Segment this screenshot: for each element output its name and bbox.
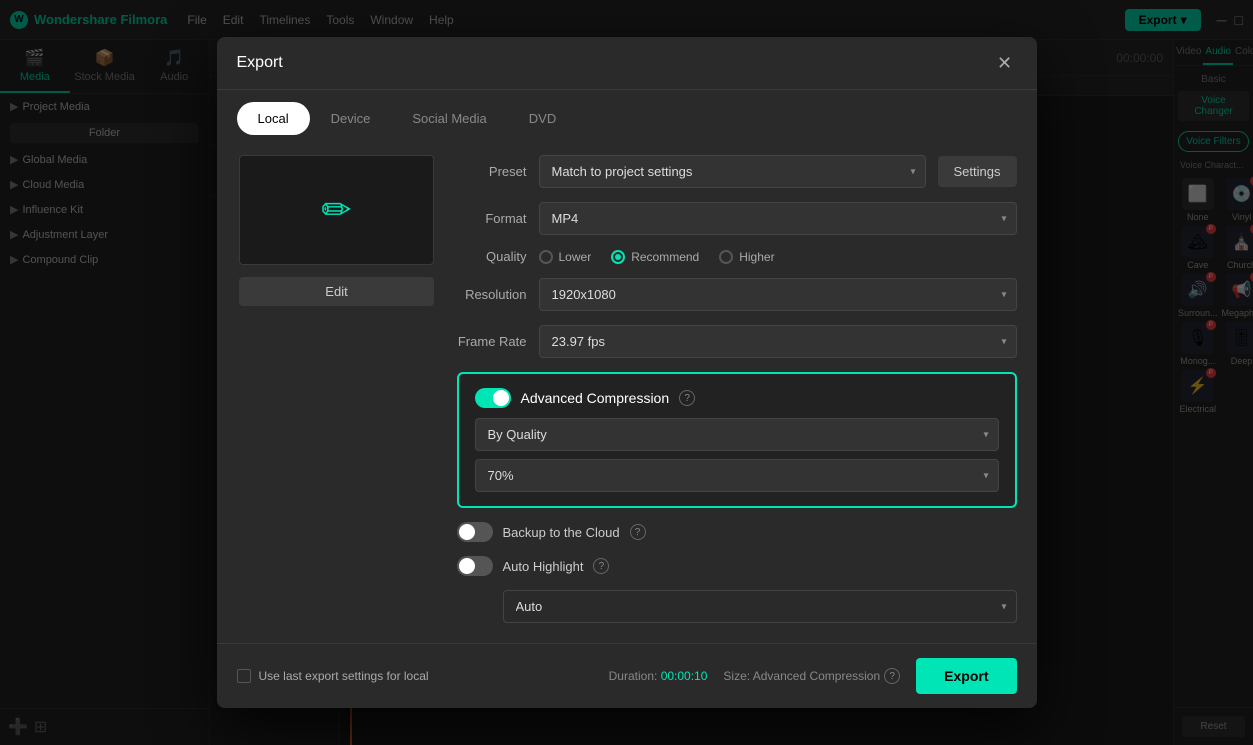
edit-button[interactable]: Edit <box>239 277 434 306</box>
dialog-footer: Use last export settings for local Durat… <box>217 643 1037 708</box>
resolution-select-wrapper: 1920x1080 ▾ <box>539 278 1017 311</box>
auto-highlight-sub-control: Auto ▾ <box>503 590 1017 623</box>
dialog-title: Export <box>237 54 283 72</box>
frame-rate-control: 23.97 fps ▾ <box>539 325 1017 358</box>
radio-recommend-inner <box>615 254 621 260</box>
radio-higher <box>719 250 733 264</box>
toggle-knob <box>493 390 509 406</box>
compression-title: Advanced Compression <box>521 390 670 406</box>
export-tab-local[interactable]: Local <box>237 102 310 135</box>
compression-method-select[interactable]: By Quality <box>475 418 999 451</box>
format-select-wrapper: MP4 ▾ <box>539 202 1017 235</box>
backup-help-icon[interactable]: ? <box>630 524 646 540</box>
quality-label: Quality <box>457 249 527 264</box>
auto-highlight-help-icon[interactable]: ? <box>593 558 609 574</box>
export-tab-social[interactable]: Social Media <box>391 102 507 135</box>
export-tab-dvd[interactable]: DVD <box>508 102 577 135</box>
resolution-label: Resolution <box>457 287 527 302</box>
dialog-body: ✏ Edit Preset Match to project settings … <box>217 135 1037 643</box>
export-tab-device[interactable]: Device <box>310 102 392 135</box>
settings-panel: Preset Match to project settings ▾ Setti… <box>457 155 1017 623</box>
auto-highlight-label: Auto Highlight <box>503 559 584 574</box>
quality-options: Lower Recommend Higher <box>539 250 775 264</box>
export-tabs: Local Device Social Media DVD <box>217 90 1037 135</box>
resolution-select[interactable]: 1920x1080 <box>539 278 1017 311</box>
auto-select[interactable]: Auto <box>503 590 1017 623</box>
preview-area: ✏ Edit <box>237 155 437 623</box>
auto-highlight-toggle[interactable] <box>457 556 493 576</box>
backup-cloud-toggle[interactable] <box>457 522 493 542</box>
radio-recommend <box>611 250 625 264</box>
backup-cloud-label: Backup to the Cloud <box>503 525 620 540</box>
preset-label: Preset <box>457 164 527 179</box>
quality-row: Quality Lower Recommend <box>457 249 1017 264</box>
modal-overlay: Export ✕ Local Device Social Media DVD ✏… <box>0 0 1253 745</box>
settings-button[interactable]: Settings <box>938 156 1017 187</box>
frame-rate-label: Frame Rate <box>457 334 527 349</box>
duration-info: Duration: 00:00:10 Size: Advanced Compre… <box>609 668 901 684</box>
duration-label: Duration: 00:00:10 <box>609 669 708 683</box>
format-control: MP4 ▾ <box>539 202 1017 235</box>
frame-rate-row: Frame Rate 23.97 fps ▾ <box>457 325 1017 358</box>
auto-highlight-sub-row: Auto ▾ <box>457 590 1017 623</box>
format-row: Format MP4 ▾ <box>457 202 1017 235</box>
dialog-title-bar: Export ✕ <box>217 37 1037 90</box>
quality-recommend-label: Recommend <box>631 250 699 264</box>
checkbox-input[interactable] <box>237 669 251 683</box>
compression-selects: By Quality ▾ 70% ▾ <box>475 418 999 492</box>
format-select[interactable]: MP4 <box>539 202 1017 235</box>
size-help-icon[interactable]: ? <box>884 668 900 684</box>
preset-row: Preset Match to project settings ▾ Setti… <box>457 155 1017 188</box>
preset-select-wrapper: Match to project settings ▾ <box>539 155 926 188</box>
export-final-button[interactable]: Export <box>916 658 1016 694</box>
auto-highlight-row: Auto Highlight ? <box>457 556 1017 576</box>
auto-select-wrapper: Auto ▾ <box>503 590 1017 623</box>
advanced-compression-box: Advanced Compression ? By Quality ▾ <box>457 372 1017 508</box>
frame-rate-select-wrapper: 23.97 fps ▾ <box>539 325 1017 358</box>
resolution-control: 1920x1080 ▾ <box>539 278 1017 311</box>
preview-play-icon: ✏ <box>321 189 351 231</box>
advanced-compression-toggle[interactable] <box>475 388 511 408</box>
format-label: Format <box>457 211 527 226</box>
duration-value: 00:00:10 <box>661 669 708 683</box>
preview-thumbnail: ✏ <box>239 155 434 265</box>
compression-header: Advanced Compression ? <box>475 388 999 408</box>
compression-quality-wrapper: 70% ▾ <box>475 459 999 492</box>
resolution-row: Resolution 1920x1080 ▾ <box>457 278 1017 311</box>
preset-select[interactable]: Match to project settings <box>539 155 926 188</box>
checkbox-label: Use last export settings for local <box>259 669 429 683</box>
compression-help-icon[interactable]: ? <box>679 390 695 406</box>
backup-toggle-knob <box>459 524 475 540</box>
last-settings-checkbox[interactable]: Use last export settings for local <box>237 669 429 683</box>
backup-cloud-row: Backup to the Cloud ? <box>457 522 1017 542</box>
export-dialog: Export ✕ Local Device Social Media DVD ✏… <box>217 37 1037 708</box>
close-icon: ✕ <box>997 53 1012 74</box>
quality-lower[interactable]: Lower <box>539 250 592 264</box>
quality-lower-label: Lower <box>559 250 592 264</box>
compression-method-wrapper: By Quality ▾ <box>475 418 999 451</box>
quality-recommend[interactable]: Recommend <box>611 250 699 264</box>
frame-rate-select[interactable]: 23.97 fps <box>539 325 1017 358</box>
quality-higher-label: Higher <box>739 250 774 264</box>
dialog-close-button[interactable]: ✕ <box>993 51 1017 75</box>
size-label: Size: Advanced Compression <box>723 669 880 683</box>
radio-lower <box>539 250 553 264</box>
size-info: Size: Advanced Compression ? <box>723 668 900 684</box>
auto-highlight-knob <box>459 558 475 574</box>
quality-higher[interactable]: Higher <box>719 250 774 264</box>
preset-control: Match to project settings ▾ <box>539 155 926 188</box>
compression-quality-select[interactable]: 70% <box>475 459 999 492</box>
